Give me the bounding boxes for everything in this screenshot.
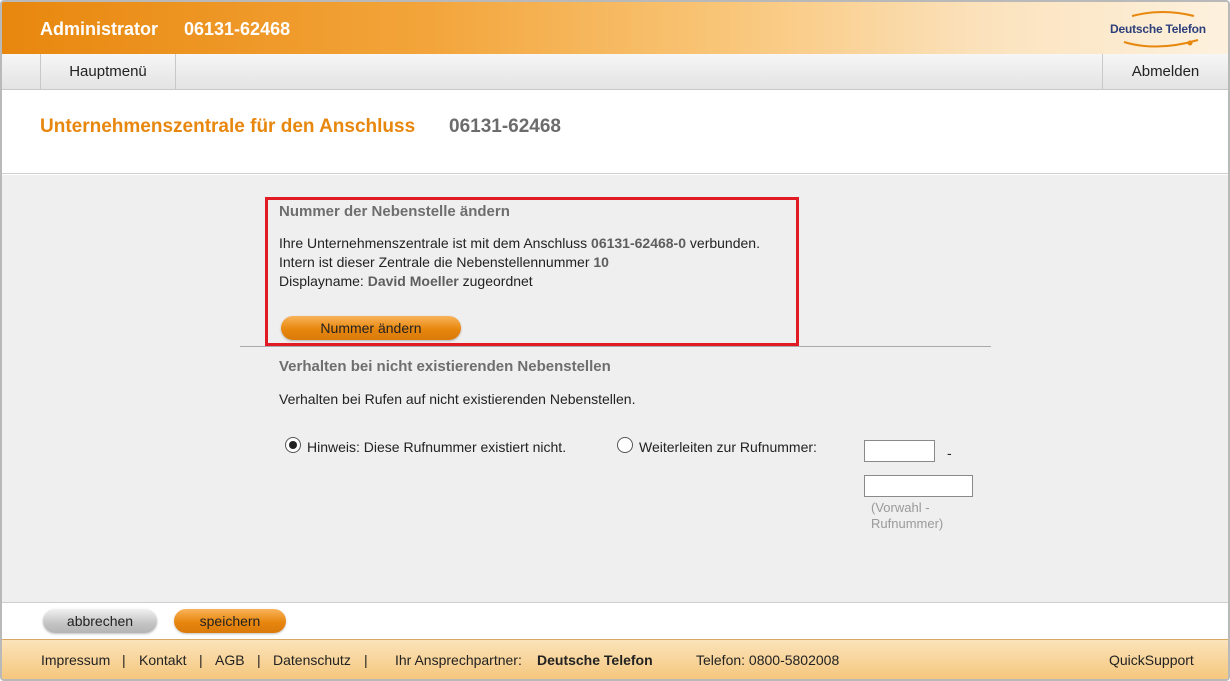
header-phone-number: 06131-62468 — [184, 19, 291, 39]
forward-number-input[interactable] — [864, 475, 973, 497]
cancel-button[interactable]: abbrechen — [43, 609, 157, 633]
action-bar: abbrechen speichern — [2, 602, 1228, 639]
brand-logo: Deutsche Telefon — [1102, 10, 1214, 48]
user-role-title: Administrator — [40, 19, 159, 39]
contact-link[interactable]: Kontakt — [139, 652, 186, 668]
privacy-link[interactable]: Datenschutz — [273, 652, 351, 668]
logout-link[interactable]: Abmelden — [1102, 54, 1228, 90]
agb-link[interactable]: AGB — [215, 652, 245, 668]
extension-section-title: Nummer der Nebenstelle ändern — [279, 203, 510, 220]
save-button[interactable]: speichern — [174, 609, 286, 633]
area-code-input[interactable] — [864, 440, 935, 462]
number-separator: - — [947, 445, 952, 461]
top-bar: Administrator 06131-62468 Deutsche Telef… — [2, 2, 1228, 54]
footer-separator: | — [122, 652, 126, 668]
app-window: Administrator 06131-62468 Deutsche Telef… — [0, 0, 1230, 681]
forward-radio-label[interactable]: Weiterleiten zur Rufnummer: — [639, 439, 817, 455]
extension-info-text: Intern ist dieser Zentrale die Nebenstel… — [279, 254, 590, 270]
menu-bar: Hauptmenü Abmelden — [2, 54, 1228, 90]
connection-info: Ihre Unternehmenszentrale ist mit dem An… — [279, 235, 760, 251]
brand-name: Deutsche Telefon — [1110, 22, 1206, 36]
main-menu-link[interactable]: Hauptmenü — [40, 54, 176, 90]
footer: Impressum | Kontakt | AGB | Datenschutz … — [2, 639, 1228, 679]
forward-radio[interactable] — [617, 437, 633, 453]
page-title: Unternehmenszentrale für den Anschluss — [40, 116, 416, 137]
footer-separator: | — [364, 652, 368, 668]
footer-separator: | — [257, 652, 261, 668]
extension-number: 10 — [593, 254, 609, 270]
behavior-section-title: Verhalten bei nicht existierenden Nebens… — [279, 358, 611, 375]
connection-info-text: Ihre Unternehmenszentrale ist mit dem An… — [279, 235, 588, 251]
support-phone: Telefon: 0800-5802008 — [696, 652, 840, 668]
connection-info-suffix: verbunden. — [689, 235, 760, 251]
quicksupport-link[interactable]: QuickSupport — [1109, 652, 1194, 668]
input-hint-line1: (Vorwahl - — [871, 500, 930, 515]
change-number-button[interactable]: Nummer ändern — [281, 316, 461, 340]
partner-label: Ihr Ansprechpartner: — [395, 652, 522, 668]
page-header: Unternehmenszentrale für den Anschluss 0… — [2, 90, 1228, 174]
displayname-info: Displayname: David Moeller zugeordnet — [279, 273, 533, 289]
connection-number: 06131-62468-0 — [591, 235, 687, 251]
partner-name: Deutsche Telefon — [537, 652, 653, 668]
input-hint-line2: Rufnummer) — [871, 516, 944, 531]
notice-radio[interactable] — [285, 437, 301, 453]
footer-separator: | — [199, 652, 203, 668]
main-content: Nummer der Nebenstelle ändern Ihre Unter… — [2, 175, 1228, 602]
behavior-description: Verhalten bei Rufen auf nicht existieren… — [279, 391, 636, 407]
extension-info: Intern ist dieser Zentrale die Nebenstel… — [279, 254, 609, 270]
displayname-suffix: zugeordnet — [462, 273, 533, 289]
displayname-label: Displayname: — [279, 273, 364, 289]
notice-radio-label[interactable]: Hinweis: Diese Rufnummer existiert nicht… — [307, 439, 566, 455]
section-divider — [240, 346, 991, 347]
impressum-link[interactable]: Impressum — [41, 652, 110, 668]
displayname-value: David Moeller — [367, 273, 459, 289]
page-phone-number: 06131-62468 — [449, 116, 561, 137]
